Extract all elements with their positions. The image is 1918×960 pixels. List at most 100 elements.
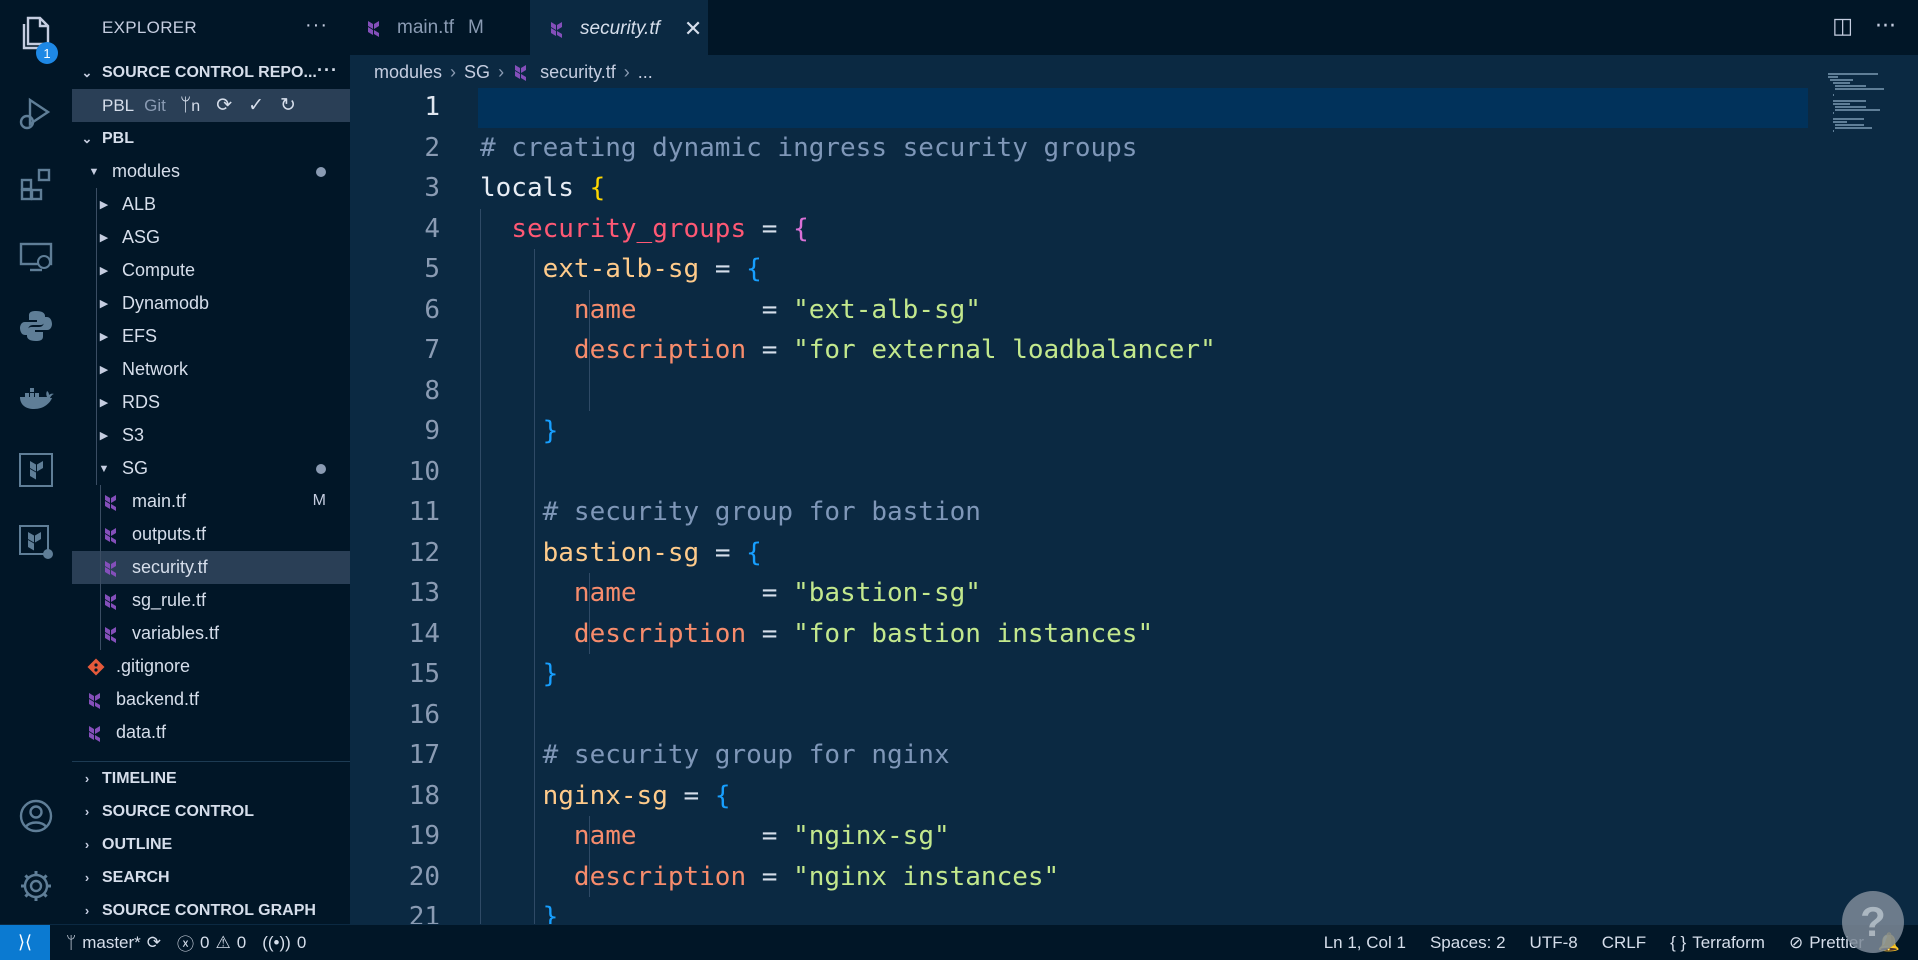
tree-file[interactable]: data.tf (72, 716, 350, 742)
breadcrumb-separator-icon: › (450, 61, 457, 82)
tree-file[interactable]: variables.tf (72, 617, 350, 650)
collapsed-section-header[interactable]: › SOURCE CONTROL GRAPH (72, 894, 350, 927)
minimap[interactable] (1818, 56, 1918, 924)
breadcrumb-item[interactable]: modules (374, 62, 442, 83)
collapsed-section-header[interactable]: › TIMELINE (72, 762, 350, 795)
tree-folder[interactable]: ▼ modules (72, 155, 350, 188)
python-icon[interactable] (0, 298, 72, 354)
code-line[interactable]: 20 description = "nginx instances" (350, 856, 1810, 897)
tree-item-label: S3 (122, 425, 145, 445)
code-line[interactable]: 1 (350, 87, 1810, 128)
tree-folder[interactable]: ▼ SG (72, 452, 350, 485)
tree-file[interactable]: sg_rule.tf (72, 584, 350, 617)
sidebar-more-icon[interactable]: ··· (305, 14, 328, 37)
code-line[interactable]: 2 # creating dynamic ingress security gro… (350, 128, 1810, 169)
collapsed-section-header[interactable]: › OUTLINE (72, 828, 350, 861)
tree-folder[interactable]: ▶ ALB (72, 188, 350, 221)
collapsed-section-header[interactable]: › SOURCE CONTROL (72, 795, 350, 828)
indent-guide (534, 451, 536, 492)
code-line[interactable]: 19 name = "nginx-sg" (350, 816, 1810, 857)
settings-gear-icon[interactable] (0, 858, 72, 914)
refresh-icon[interactable]: ↻ (280, 94, 296, 117)
account-icon[interactable] (0, 788, 72, 844)
repo-row[interactable]: PBL Git ᛘn ⟳ ✓ ↻ (72, 89, 350, 122)
terraform-cloud-icon[interactable] (0, 514, 72, 570)
indent-guide (96, 386, 97, 419)
code-line[interactable]: 15 } (350, 654, 1810, 695)
repos-more-icon[interactable]: ··· (317, 60, 338, 81)
remote-explorer-icon[interactable] (0, 228, 72, 284)
code-line[interactable]: 13 name = "bastion-sg" (350, 573, 1810, 614)
tab-security-tf[interactable]: security.tf ✕ (530, 0, 708, 56)
tree-folder[interactable]: ▶ ASG (72, 221, 350, 254)
code-line[interactable]: 9 } (350, 411, 1810, 452)
sync-icon[interactable]: ⟳ (147, 933, 161, 953)
tree-folder[interactable]: ▶ EFS (72, 320, 350, 353)
language-mode[interactable]: { } Terraform (1670, 933, 1765, 953)
section-title: OUTLINE (102, 835, 173, 853)
breadcrumb-item[interactable]: ... (638, 62, 653, 83)
tree-file[interactable]: backend.tf (72, 683, 350, 716)
code-line[interactable]: 12 bastion-sg = { (350, 532, 1810, 573)
sync-icon[interactable]: ⟳ (216, 94, 232, 117)
code-line[interactable]: 11 # security group for bastion (350, 492, 1810, 533)
extensions-icon[interactable] (0, 156, 72, 212)
code-line[interactable]: 17 # security group for nginx (350, 735, 1810, 776)
tree-file[interactable]: outputs.tf (72, 518, 350, 551)
minimap-line (1832, 100, 1867, 102)
code-line[interactable]: 6 name = "ext-alb-sg" (350, 289, 1810, 330)
code-editor[interactable]: modules › SG › security.tf › ... 1 2 # cre… (350, 56, 1918, 924)
breadcrumb-item[interactable]: security.tf (540, 62, 616, 83)
repos-section-header[interactable]: ⌄ SOURCE CONTROL REPO... ··· (72, 56, 350, 89)
code-line[interactable]: 14 description = "for bastion instances" (350, 613, 1810, 654)
more-actions-icon[interactable]: ··· (1875, 14, 1896, 39)
tree-folder[interactable]: ▶ S3 (72, 419, 350, 452)
workspace-title: PBL (102, 129, 134, 147)
split-editor-icon[interactable]: ◫ (1832, 14, 1853, 39)
chevron-right-icon: › (84, 870, 90, 885)
remote-indicator-icon[interactable]: ⟩⟨ (0, 924, 50, 960)
tree-folder[interactable]: ▶ Dynamodb (72, 287, 350, 320)
indent-guide (100, 551, 101, 584)
code-line[interactable]: 7 description = "for external loadbalanc… (350, 330, 1810, 371)
ports-status[interactable]: ((•)) 0 (262, 933, 306, 953)
code-line[interactable]: 10 (350, 451, 1810, 492)
code-line[interactable]: 5 ext-alb-sg = { (350, 249, 1810, 290)
code-line[interactable]: 18 nginx-sg = { (350, 775, 1810, 816)
tree-file[interactable]: .gitignore (72, 650, 350, 683)
modified-badge: M (468, 17, 484, 38)
problems-status[interactable]: ⓧ 0 ⚠ 0 (177, 930, 246, 955)
cursor-position[interactable]: Ln 1, Col 1 (1324, 933, 1406, 953)
code-line[interactable]: 16 (350, 694, 1810, 735)
code-line[interactable]: 8 (350, 370, 1810, 411)
tab-main-tf[interactable]: main.tf M (365, 0, 530, 56)
code-text: description = "nginx instances" (480, 862, 1059, 892)
branch-icon[interactable]: ᛘn (180, 95, 200, 117)
breadcrumb-item[interactable]: SG (464, 62, 490, 83)
code-token: = (746, 618, 794, 649)
code-line[interactable]: 3 locals { (350, 168, 1810, 209)
tree-folder[interactable]: ▶ Compute (72, 254, 350, 287)
commit-check-icon[interactable]: ✓ (248, 94, 264, 117)
docker-icon[interactable] (0, 370, 72, 426)
tree-file[interactable]: security.tf (72, 551, 350, 584)
code-line[interactable]: 4 security_groups = { (350, 208, 1810, 249)
indentation[interactable]: Spaces: 2 (1430, 933, 1506, 953)
encoding[interactable]: UTF-8 (1530, 933, 1578, 953)
code-area[interactable]: 1 2 # creating dynamic ingress security gr… (350, 87, 1810, 924)
tree-folder[interactable]: ▶ Network (72, 353, 350, 386)
line-ending[interactable]: CRLF (1602, 933, 1646, 953)
branch-status[interactable]: ᛘ master* ⟳ (66, 933, 161, 953)
tree-file[interactable]: main.tf M (72, 485, 350, 518)
workspace-section-header[interactable]: ⌄ PBL (72, 122, 350, 155)
tree-folder[interactable]: ▶ RDS (72, 386, 350, 419)
code-text: ext-alb-sg = { (480, 254, 762, 284)
code-line[interactable]: 21 } (350, 897, 1810, 924)
close-icon[interactable]: ✕ (684, 16, 702, 42)
run-debug-icon[interactable] (0, 84, 72, 140)
collapsed-section-header[interactable]: › SEARCH (72, 861, 350, 894)
terraform-icon[interactable] (0, 442, 72, 498)
help-question-icon[interactable]: ? (1842, 891, 1904, 953)
explorer-icon[interactable]: 1 (0, 4, 72, 64)
